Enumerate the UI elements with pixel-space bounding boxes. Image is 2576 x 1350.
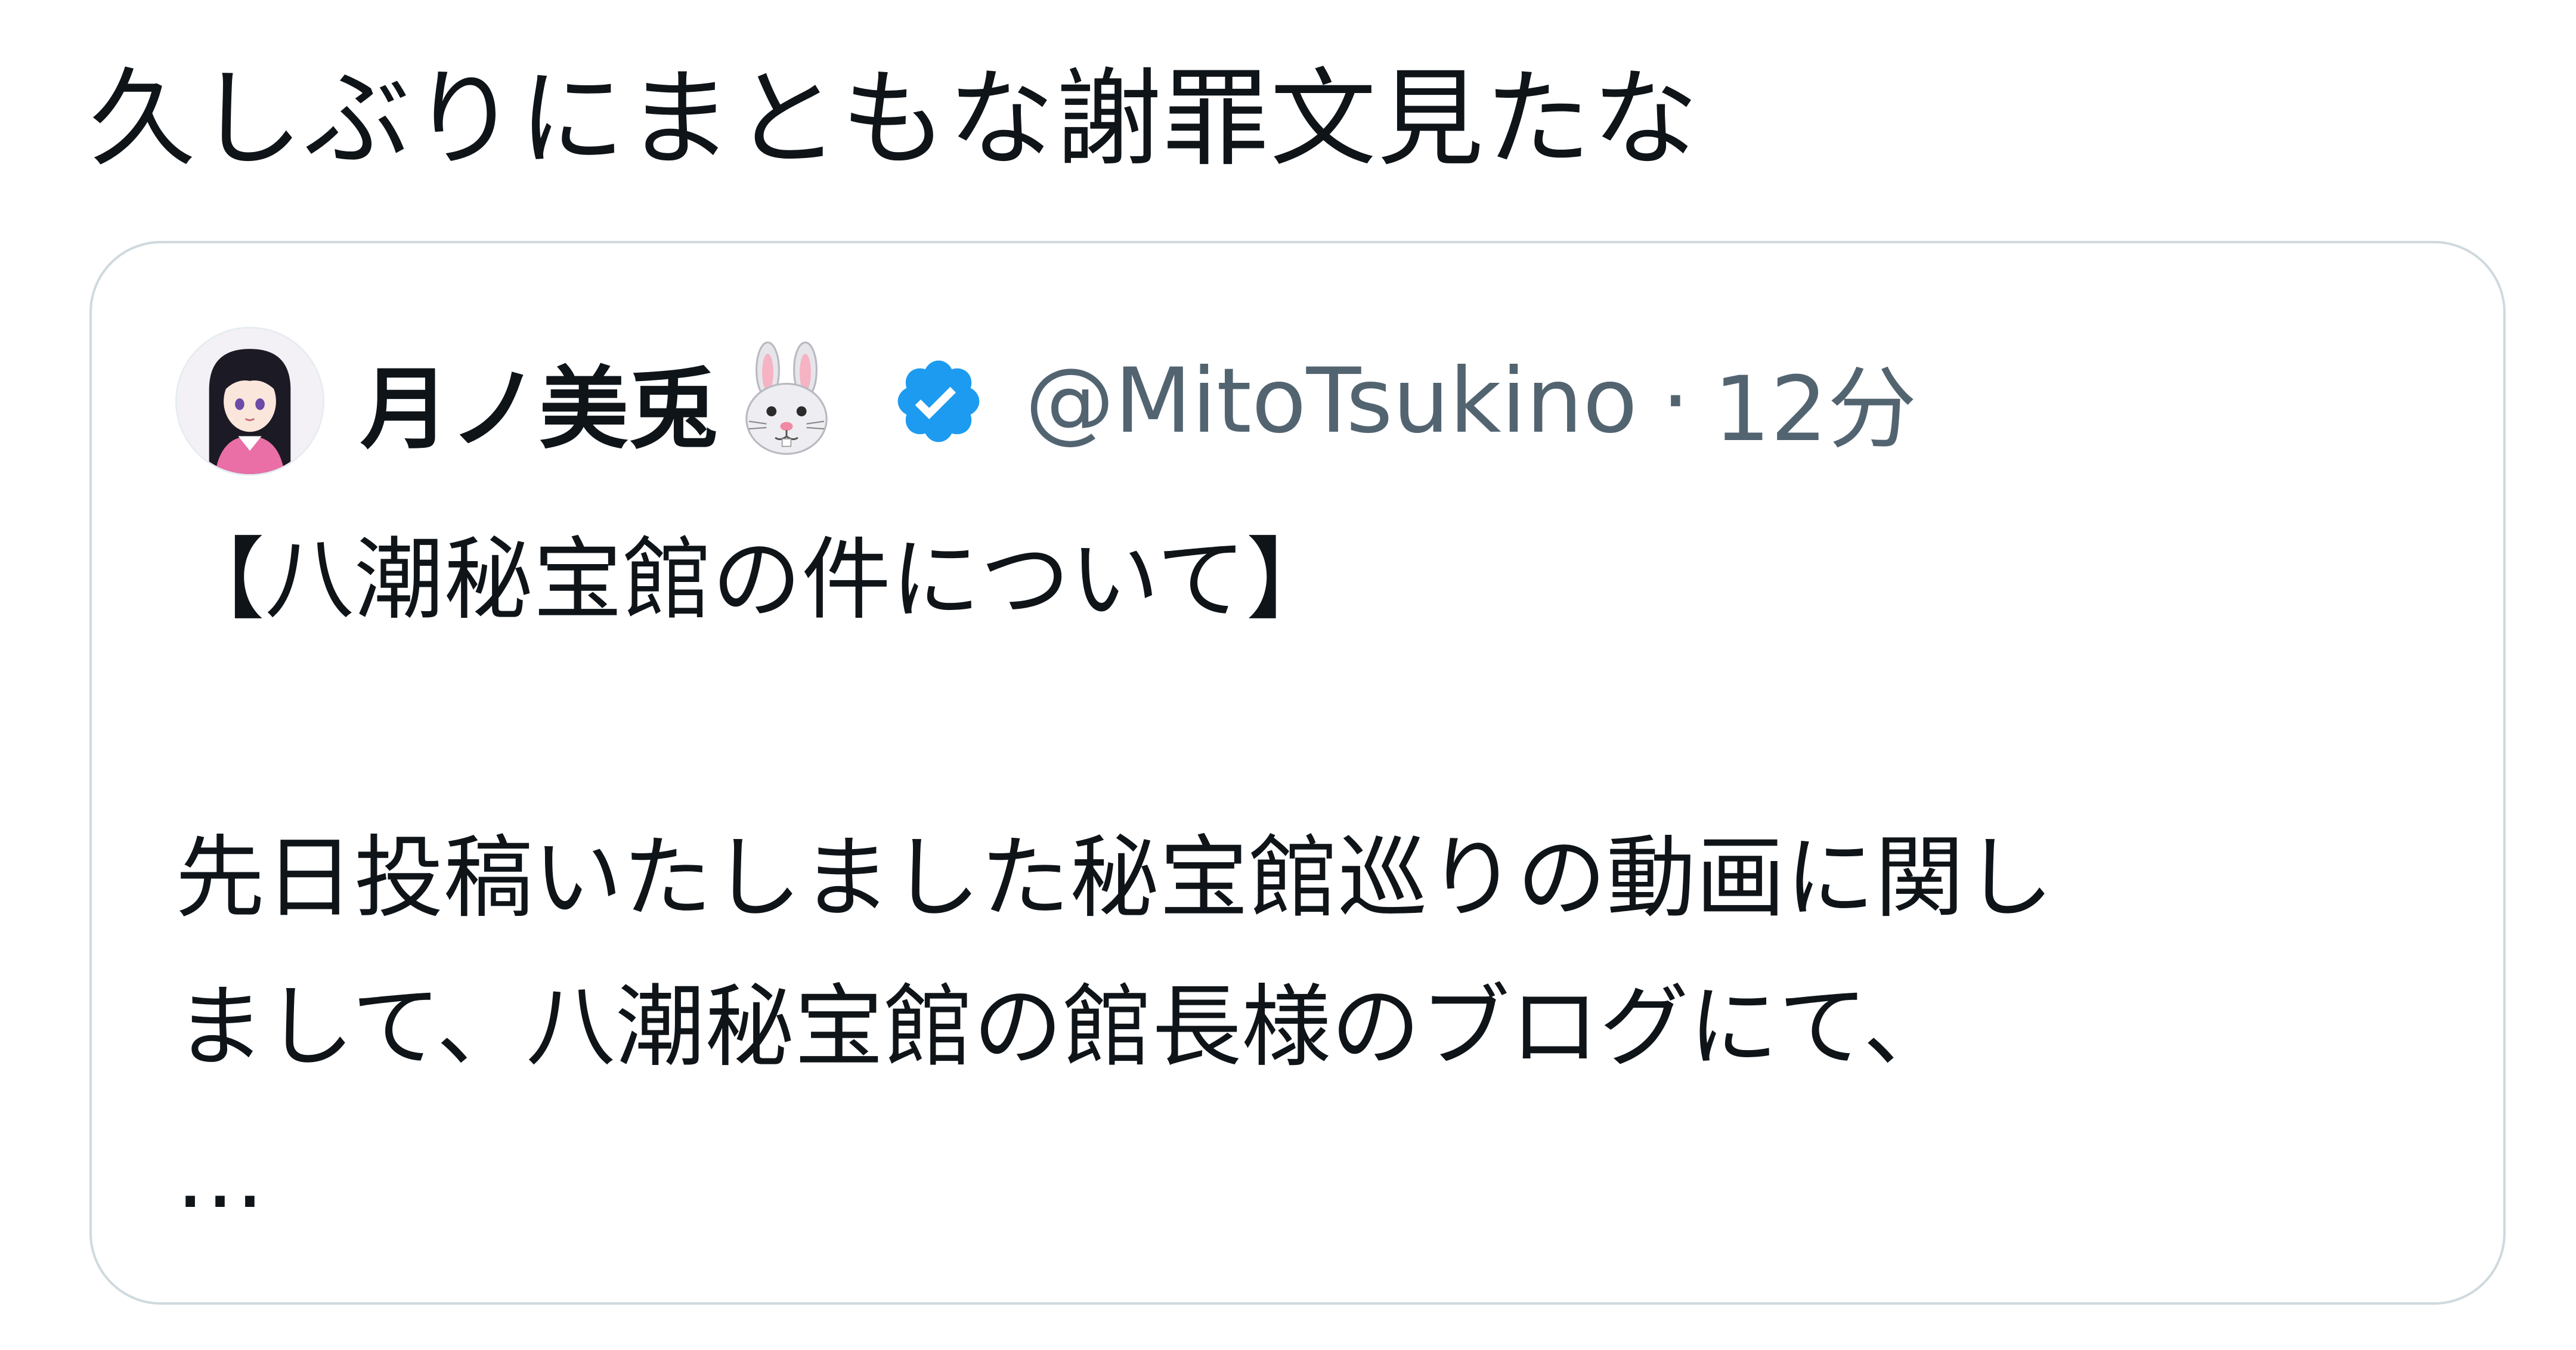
quoted-body-line-1: 先日投稿いたしました秘宝館巡りの動画に関し <box>175 826 2054 930</box>
quoted-heading: 【八潮秘宝館の件について】 <box>175 528 1336 632</box>
tweet-text: 久しぶりにまともな謝罪文見たな <box>89 57 1699 181</box>
quoted-tweet-author-row: 月ノ美兎 @MitoTsukino · 12分 <box>175 327 1917 476</box>
quoted-body-line-2: まして、八潮秘宝館の館長様のブログにて、 <box>175 976 1953 1079</box>
avatar-image <box>177 329 323 474</box>
quoted-handle[interactable]: @MitoTsukino <box>1025 349 1637 453</box>
avatar[interactable] <box>175 327 324 476</box>
quoted-timestamp[interactable]: 12分 <box>1714 337 1917 466</box>
truncation-ellipsis: … <box>175 1125 268 1228</box>
separator-dot: · <box>1661 349 1690 453</box>
quoted-tweet-card[interactable]: 月ノ美兎 @MitoTsukino · 12分 【八潮秘宝館の件について】 先日… <box>89 241 2506 1305</box>
quoted-tweet-body: 【八潮秘宝館の件について】 先日投稿いたしました秘宝館巡りの動画に関し まして、… <box>175 506 2054 1251</box>
rabbit-face-icon <box>724 339 849 464</box>
quoted-display-name[interactable]: 月ノ美兎 <box>360 337 718 466</box>
verified-badge-icon[interactable] <box>891 354 986 449</box>
